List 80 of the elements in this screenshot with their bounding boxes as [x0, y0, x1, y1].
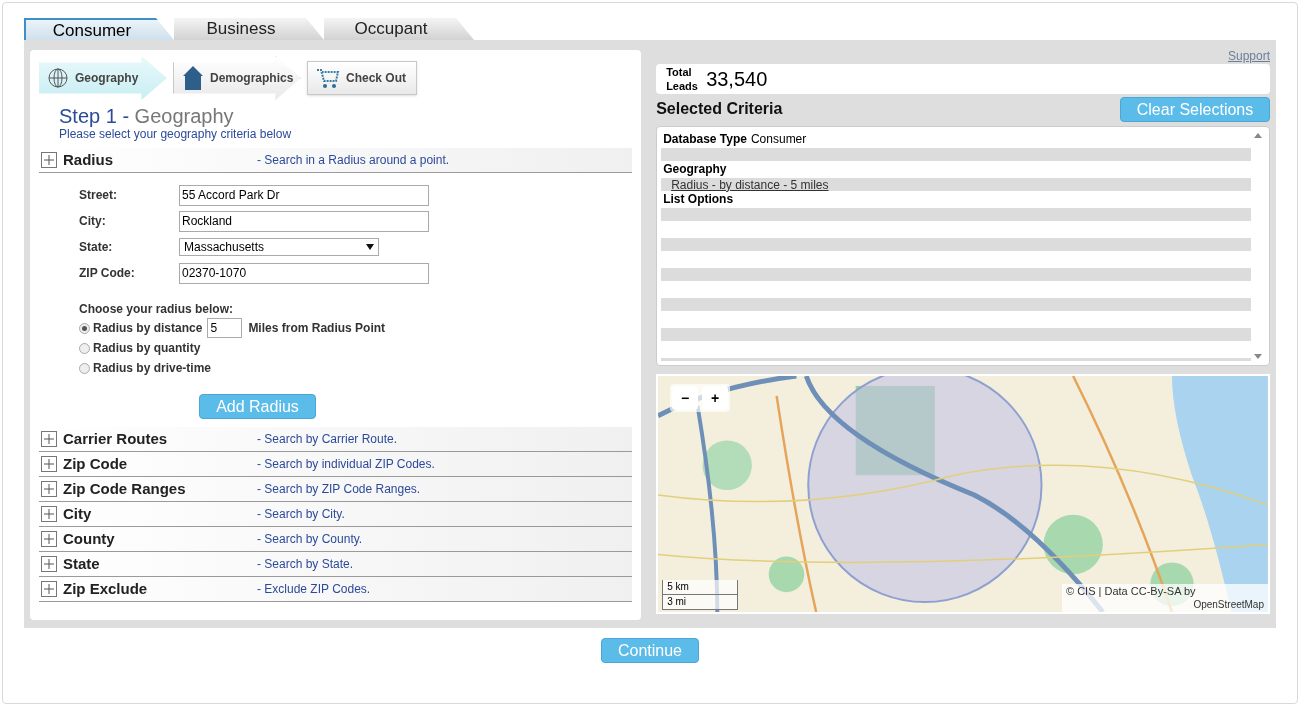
section-header[interactable]: Zip Code Ranges - Search by ZIP Code Ranges.	[39, 477, 633, 502]
radio-button[interactable]	[79, 342, 90, 354]
map[interactable]: − + 5 km 3 mi © CIS | Data CC-By-SA by OpenStreetMap	[656, 374, 1270, 614]
criteria-heading: List Options	[663, 192, 734, 208]
section-header[interactable]: County - Search by County.	[39, 527, 633, 552]
criteria-heading: Geography	[663, 161, 727, 178]
section-title: City	[63, 503, 93, 524]
section-title: State	[63, 553, 101, 574]
section-title: Zip Code Ranges	[63, 478, 187, 499]
field-label: City:	[79, 213, 107, 230]
expand-icon[interactable]	[41, 556, 57, 572]
radio-label: Radius by distance	[93, 320, 203, 337]
section-description: - Search by State.	[257, 556, 354, 573]
scale-bar: 5 km	[662, 580, 739, 595]
expand-icon[interactable]	[41, 481, 57, 497]
state-select[interactable]: Massachusetts	[179, 238, 379, 256]
radius-prompt: Choose your radius below:	[79, 301, 235, 318]
expand-icon[interactable]	[41, 456, 57, 472]
section-title: Zip Exclude	[63, 578, 149, 599]
section-description: - Search by ZIP Code Ranges.	[257, 481, 421, 498]
step-tab[interactable]: Geography	[39, 56, 167, 100]
cart-icon	[316, 67, 340, 89]
field-label: ZIP Code:	[79, 265, 136, 282]
section-description: - Search in a Radius around a point.	[257, 152, 450, 169]
expand-icon[interactable]	[41, 431, 57, 447]
section-title: Zip Code	[63, 453, 129, 474]
section-header[interactable]: State - Search by State.	[39, 552, 633, 577]
criteria-link[interactable]: Radius - by distance - 5 miles	[671, 178, 829, 191]
tab[interactable]: Occupant	[324, 18, 474, 40]
criteria-heading: Database Type	[663, 131, 747, 148]
step-title: Geography	[134, 105, 234, 127]
text-field[interactable]: 55 Accord Park Dr	[179, 184, 429, 206]
field-label: Street:	[79, 187, 118, 204]
step-tab[interactable]: Check Out	[307, 61, 417, 95]
step-subtitle: Please select your geography criteria below	[59, 128, 293, 140]
attribution-text: © CIS | Data CC-By-SA by	[1066, 584, 1197, 598]
radio-label: Radius by quantity	[93, 340, 201, 357]
text-field[interactable]: 02370-1070	[179, 262, 429, 284]
radio-label: Radius by drive-time	[93, 360, 212, 377]
dropdown-arrow-icon	[366, 244, 374, 250]
radio-button[interactable]	[79, 322, 90, 334]
section-header[interactable]: Carrier Routes - Search by Carrier Route.	[39, 427, 633, 452]
house-icon	[182, 65, 204, 91]
scroll-down-icon[interactable]	[1254, 354, 1262, 359]
total-leads-count: 33,540	[706, 67, 768, 92]
attribution-link[interactable]: OpenStreetMap	[1193, 598, 1264, 612]
distance-field[interactable]: 5	[207, 318, 243, 338]
expand-icon[interactable]	[41, 152, 57, 168]
section-title: Radius	[63, 149, 114, 170]
scroll-up-icon[interactable]	[1254, 133, 1262, 138]
zoom-out-button[interactable]: −	[672, 386, 699, 410]
section-header[interactable]: Zip Exclude - Exclude ZIP Codes.	[39, 577, 633, 602]
section-title: County	[63, 528, 116, 549]
radio-button[interactable]	[79, 362, 90, 374]
criteria-value: Consumer	[750, 131, 807, 148]
section-header[interactable]: Radius - Search in a Radius around a point.	[39, 148, 633, 173]
section-description: - Search by individual ZIP Codes.	[257, 456, 435, 473]
expand-icon[interactable]	[41, 581, 57, 597]
expand-icon[interactable]	[41, 531, 57, 547]
step-tab[interactable]: Demographics	[173, 56, 301, 100]
tab[interactable]: Business	[174, 18, 324, 40]
section-header[interactable]: Zip Code - Search by individual ZIP Codes.	[39, 452, 633, 477]
zoom-in-button[interactable]: +	[702, 386, 729, 410]
distance-unit: Miles from Radius Point	[248, 320, 386, 337]
section-description: - Search by County.	[257, 531, 363, 548]
section-description: - Exclude ZIP Codes.	[257, 581, 371, 598]
scrollbar[interactable]	[1251, 131, 1265, 361]
section-description: - Search by City.	[257, 506, 345, 523]
tab[interactable]: Consumer	[24, 18, 174, 40]
total-leads-label: Total Leads	[666, 65, 699, 93]
section-description: - Search by Carrier Route.	[257, 431, 398, 448]
section-header[interactable]: City - Search by City.	[39, 502, 633, 527]
expand-icon[interactable]	[41, 506, 57, 522]
field-label: State:	[79, 239, 114, 256]
step-number: Step 1 -	[59, 105, 130, 127]
text-field[interactable]: Rockland	[179, 210, 429, 232]
selected-criteria-title: Selected Criteria	[656, 99, 783, 119]
globe-icon	[47, 67, 69, 89]
section-title: Carrier Routes	[63, 428, 169, 449]
scale-bar: 3 mi	[662, 595, 739, 610]
